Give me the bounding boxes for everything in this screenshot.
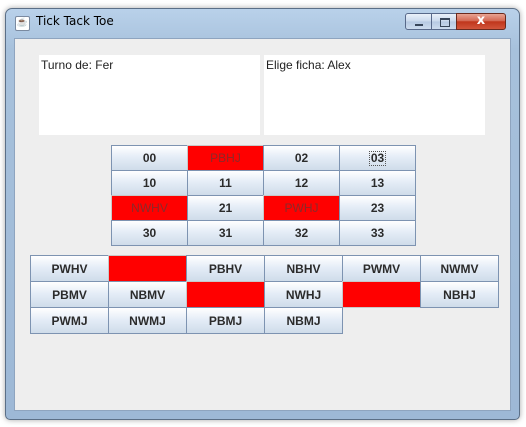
board-cell-30-label: 30 xyxy=(142,226,157,240)
piece-button-03[interactable]: NBHV xyxy=(264,255,343,282)
turn-panel: Turno de: Fer xyxy=(39,55,260,135)
close-icon: x xyxy=(476,13,486,28)
piece-button-13[interactable]: NWHJ xyxy=(264,281,343,308)
piece-button-23[interactable]: NBMJ xyxy=(264,307,343,334)
board-cell-12[interactable]: 12 xyxy=(263,170,340,196)
board-cell-33-label: 33 xyxy=(370,226,385,240)
app-window: ☕ Tick Tack Toe x Turno de: Fer Elige fi… xyxy=(5,8,520,420)
board-cell-33[interactable]: 33 xyxy=(339,220,416,246)
piece-button-00[interactable]: PWHV xyxy=(30,255,109,282)
minimize-button[interactable] xyxy=(405,13,432,30)
turn-label: Turno de: Fer xyxy=(41,58,114,72)
piece-button-02-label: PBHV xyxy=(208,261,243,276)
piece-button-20[interactable]: PWMJ xyxy=(30,307,109,334)
piece-button-03-label: NBHV xyxy=(286,261,321,276)
piece-button-21-label: NWMJ xyxy=(129,313,166,328)
piece-button-12[interactable] xyxy=(186,281,265,308)
board-cell-10[interactable]: 10 xyxy=(111,170,188,196)
board-cell-00[interactable]: 00 xyxy=(111,145,188,171)
board-cell-02[interactable]: 02 xyxy=(263,145,340,171)
board-cell-31[interactable]: 31 xyxy=(187,220,264,246)
board-cell-00-label: 00 xyxy=(142,151,157,165)
board-cell-01[interactable]: PBHJ xyxy=(187,145,264,171)
piece-button-01[interactable] xyxy=(108,255,187,282)
piece-button-22[interactable]: PBMJ xyxy=(186,307,265,334)
piece-button-04-label: PWMV xyxy=(362,261,401,276)
board-cell-31-label: 31 xyxy=(218,226,233,240)
close-button[interactable]: x xyxy=(456,13,506,30)
board-cell-23[interactable]: 23 xyxy=(339,195,416,221)
board-cell-12-label: 12 xyxy=(294,176,309,190)
piece-button-11[interactable]: NBMV xyxy=(108,281,187,308)
piece-button-13-label: NWHJ xyxy=(285,287,322,302)
piece-button-23-label: NBMJ xyxy=(286,313,321,328)
choose-piece-panel: Elige ficha: Alex xyxy=(264,55,485,135)
board-cell-30[interactable]: 30 xyxy=(111,220,188,246)
title-bar[interactable]: ☕ Tick Tack Toe x xyxy=(6,9,519,37)
board-cell-21-label: 21 xyxy=(218,201,233,215)
board-cell-32-label: 32 xyxy=(294,226,309,240)
board-cell-10-label: 10 xyxy=(142,176,157,190)
board-cell-13[interactable]: 13 xyxy=(339,170,416,196)
board-cell-03-label: 03 xyxy=(368,150,387,166)
board-cell-23-label: 23 xyxy=(370,201,385,215)
java-app-icon: ☕ xyxy=(15,16,30,31)
board-cell-21[interactable]: 21 xyxy=(187,195,264,221)
board-cell-02-label: 02 xyxy=(294,151,309,165)
piece-button-15[interactable]: NBHJ xyxy=(420,281,499,308)
piece-button-10[interactable]: PBMV xyxy=(30,281,109,308)
piece-button-15-label: NBHJ xyxy=(443,287,476,302)
board-cell-22-label: PWHJ xyxy=(284,201,319,215)
maximize-icon xyxy=(440,18,450,27)
board-cell-03[interactable]: 03 xyxy=(339,145,416,171)
board-cell-11[interactable]: 11 xyxy=(187,170,264,196)
board-cell-22[interactable]: PWHJ xyxy=(263,195,340,221)
piece-button-11-label: NBMV xyxy=(129,287,166,302)
minimize-icon xyxy=(415,24,423,26)
board-cell-13-label: 13 xyxy=(370,176,385,190)
piece-button-05[interactable]: NWMV xyxy=(420,255,499,282)
window-title: Tick Tack Toe xyxy=(36,14,114,28)
piece-button-20-label: PWMJ xyxy=(51,313,88,328)
content-pane: Turno de: Fer Elige ficha: Alex 00 PBHJ 02… xyxy=(14,38,511,411)
board-cell-32[interactable]: 32 xyxy=(263,220,340,246)
board-cell-01-label: PBHJ xyxy=(210,151,241,165)
board-cell-11-label: 11 xyxy=(219,176,232,190)
board-cell-20-label: NWHV xyxy=(131,201,168,215)
piece-button-10-label: PBMV xyxy=(52,287,87,302)
piece-button-04[interactable]: PWMV xyxy=(342,255,421,282)
piece-button-22-label: PBMJ xyxy=(208,313,243,328)
piece-button-00-label: PWHV xyxy=(51,261,88,276)
piece-button-02[interactable]: PBHV xyxy=(186,255,265,282)
piece-button-05-label: NWMV xyxy=(440,261,479,276)
maximize-button[interactable] xyxy=(431,13,457,30)
choose-piece-label: Elige ficha: Alex xyxy=(266,58,351,72)
board-cell-20[interactable]: NWHV xyxy=(111,195,188,221)
piece-button-21[interactable]: NWMJ xyxy=(108,307,187,334)
piece-button-14[interactable] xyxy=(342,281,421,308)
